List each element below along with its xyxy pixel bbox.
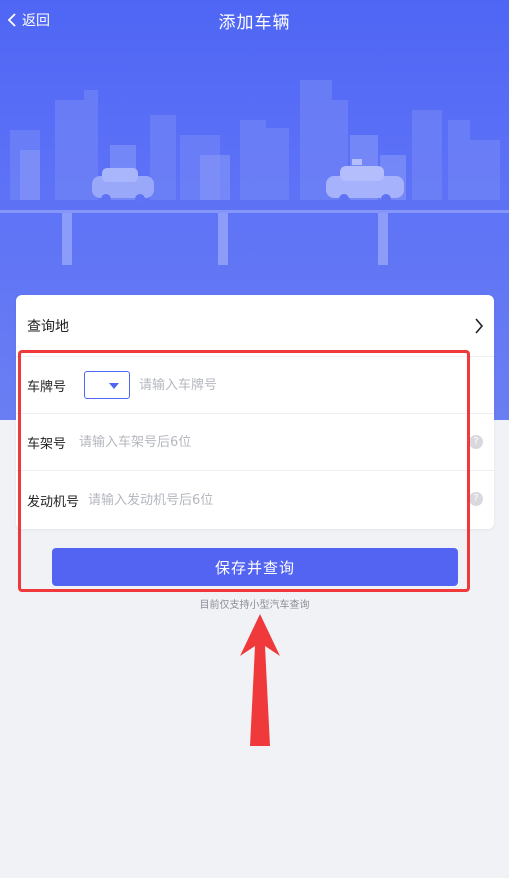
caret-down-icon: [109, 383, 120, 389]
query-location-row[interactable]: 查询地: [16, 295, 494, 357]
plate-input[interactable]: [139, 377, 400, 393]
engine-label: 发动机号: [27, 494, 80, 510]
vehicle-form-card: 查询地 车牌号 车架号 ? 发动机号 ?: [16, 295, 494, 529]
city-skyline-illustration: [0, 80, 509, 265]
annotation-arrow-icon: [240, 614, 280, 746]
question-mark-icon[interactable]: ?: [469, 492, 483, 506]
page-title: 添加车辆: [218, 13, 291, 33]
query-location-label: 查询地: [27, 318, 69, 335]
save-and-query-button[interactable]: 保存并查询: [52, 548, 458, 586]
question-mark-icon[interactable]: ?: [469, 435, 483, 449]
chevron-right-icon: [475, 318, 484, 334]
top-bar: 返回 添加车辆: [0, 0, 509, 40]
vin-label: 车架号: [27, 436, 67, 452]
plate-label: 车牌号: [27, 379, 67, 395]
vin-input[interactable]: [79, 434, 340, 450]
support-tip: 目前仅支持小型汽车查询: [199, 600, 310, 611]
province-select[interactable]: [84, 371, 131, 399]
plate-row: 车牌号: [16, 357, 494, 414]
engine-row: 发动机号 ?: [16, 471, 494, 529]
vin-row: 车架号 ?: [16, 414, 494, 471]
engine-input[interactable]: [88, 492, 349, 508]
